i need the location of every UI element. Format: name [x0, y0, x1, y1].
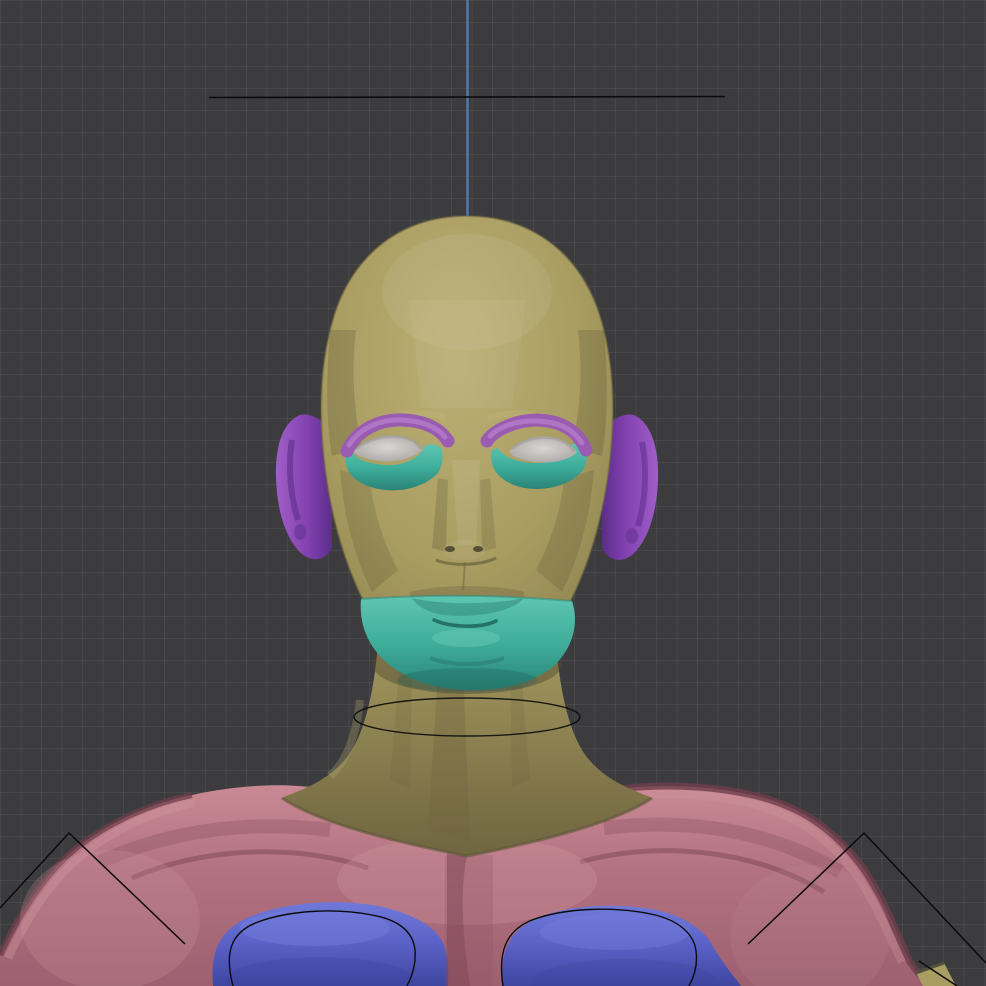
forehead-highlight [408, 300, 526, 408]
left-nostril [445, 546, 455, 552]
right-nostril [473, 546, 483, 552]
left-pectoral-highlight [240, 910, 390, 946]
chin-bottom-shadow [397, 668, 537, 692]
3d-viewport[interactable] [0, 0, 986, 986]
left-deltoid-highlight [20, 850, 200, 986]
horizontal-reference-line[interactable] [208, 95, 726, 99]
left-ear-lobe-shadow [294, 524, 306, 540]
right-ear-lobe-shadow [626, 528, 638, 544]
lower-lip-highlight [432, 629, 500, 647]
scene-canvas[interactable] [0, 0, 986, 986]
